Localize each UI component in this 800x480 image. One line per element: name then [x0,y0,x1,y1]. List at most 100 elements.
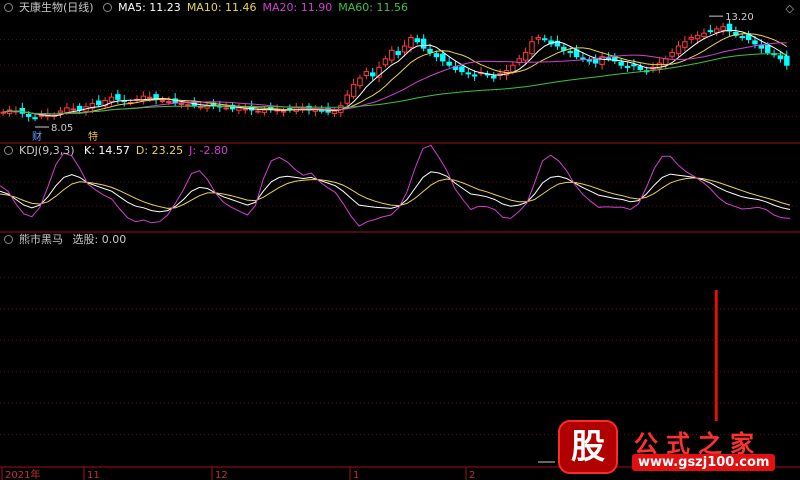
candle-body [96,100,102,106]
candle-body [197,106,204,109]
candle-body [714,28,720,33]
candle-body [491,75,497,79]
candle-body [146,96,153,99]
candle-body [682,41,688,48]
candle-body [688,36,694,40]
candle-body [720,26,726,31]
candle-body [108,96,115,103]
candle-body [580,57,586,60]
stock-title: 天康生物(日线) [19,1,94,14]
signal-toggle-icon[interactable] [4,235,13,244]
ma-toggle-icon[interactable] [103,3,113,12]
low-price-label: 8.05 [51,123,73,134]
ma-line-ma5 [3,29,788,117]
candle-body [115,94,121,100]
candle-body [637,65,644,70]
signal-pane-header: 熊市黑马 选股: 0.00 [4,233,132,247]
kdj-pane-header: KDJ(9,3,3) K: 14.57 D: 23.25 J: -2.80 [4,144,234,158]
candle-body [255,110,261,113]
candle-body [19,108,26,114]
candle-body [331,110,338,114]
candle-body [76,105,83,111]
ma-line-ma20 [3,42,787,115]
watermark-logo: 股 公式之家 www.gszj100.com [556,420,796,478]
kdj-title: KDJ(9,3,3) [19,144,75,157]
candle-body [522,51,529,61]
candle-body [752,40,758,45]
x-tick-label: 12 [215,470,228,480]
candle-body [395,51,401,56]
ma5-value: MA5: 11.23 [118,1,181,14]
ma10-value: MA10: 11.46 [186,1,257,14]
candle-body [459,66,465,73]
candle-body [701,32,707,38]
candle-body [319,109,325,112]
candle-body [440,53,446,62]
pane-toggle-icon[interactable] [4,3,13,12]
candle-body [446,61,452,66]
candle-body [586,59,593,62]
candle-body [261,109,268,113]
kdj-line-d [0,177,791,209]
candle-body [618,61,624,66]
candle-body [280,110,287,113]
candle-body [624,65,631,68]
candle-body [777,55,784,60]
candle-body [471,74,478,77]
candle-body [350,83,357,97]
candle-body [707,30,714,33]
watermark-url: www.gszj100.com [632,454,776,471]
candle-body [401,45,408,53]
candle-body [694,34,701,40]
candle-body [242,108,249,111]
candle-body [185,104,191,107]
candle-body [70,108,76,111]
candle-body [389,49,395,61]
candle-body [236,107,242,111]
kdj-toggle-icon[interactable] [4,146,13,155]
ma60-value: MA60: 11.56 [338,1,408,14]
candle-body [223,107,229,110]
candle-body [631,64,637,67]
ma20-value: MA20: 11.90 [262,1,333,14]
candle-body [57,110,64,114]
candle-body [427,48,433,53]
candle-body [675,45,682,55]
event-marker: 财 [32,130,42,143]
candle-body [363,71,370,76]
high-price-label: 13.20 [725,12,754,23]
candle-body [166,100,172,103]
candle-body [382,58,389,66]
x-tick-label: 2 [469,470,475,480]
candle-body [357,77,363,87]
candle-body [433,53,440,58]
diamond-icon[interactable]: ◇ [786,2,794,15]
candle-body [529,41,535,55]
candle-body [32,117,38,120]
candle-body [178,103,185,106]
candle-body [663,58,669,65]
candle-body [369,72,376,77]
candle-body [465,72,471,75]
kdj-k-value: K: 14.57 [84,144,130,157]
candle-body [510,64,516,73]
candle-body [25,113,32,117]
x-tick-label: 1 [353,470,359,480]
watermark-glyph: 股 [558,420,618,474]
candle-body [745,34,752,41]
candle-body [159,99,166,102]
candle-body [408,36,414,48]
candle-body [669,51,675,57]
main-pane-header: 天康生物(日线) MA5: 11.23 MA10: 11.46 MA20: 11.9… [4,1,414,15]
candle-body [784,55,790,66]
event-marker: 特 [88,131,98,143]
candle-body [64,107,70,113]
signal-value: 选股: 0.00 [72,233,127,246]
kdj-j-value: J: -2.80 [189,144,229,157]
candle-body [414,38,421,43]
signal-title: 熊市黑马 [19,233,63,246]
candle-body [567,51,573,54]
x-tick-label: 2021年 [5,468,40,480]
candle-body [535,36,542,40]
x-tick-label: 11 [87,470,100,480]
